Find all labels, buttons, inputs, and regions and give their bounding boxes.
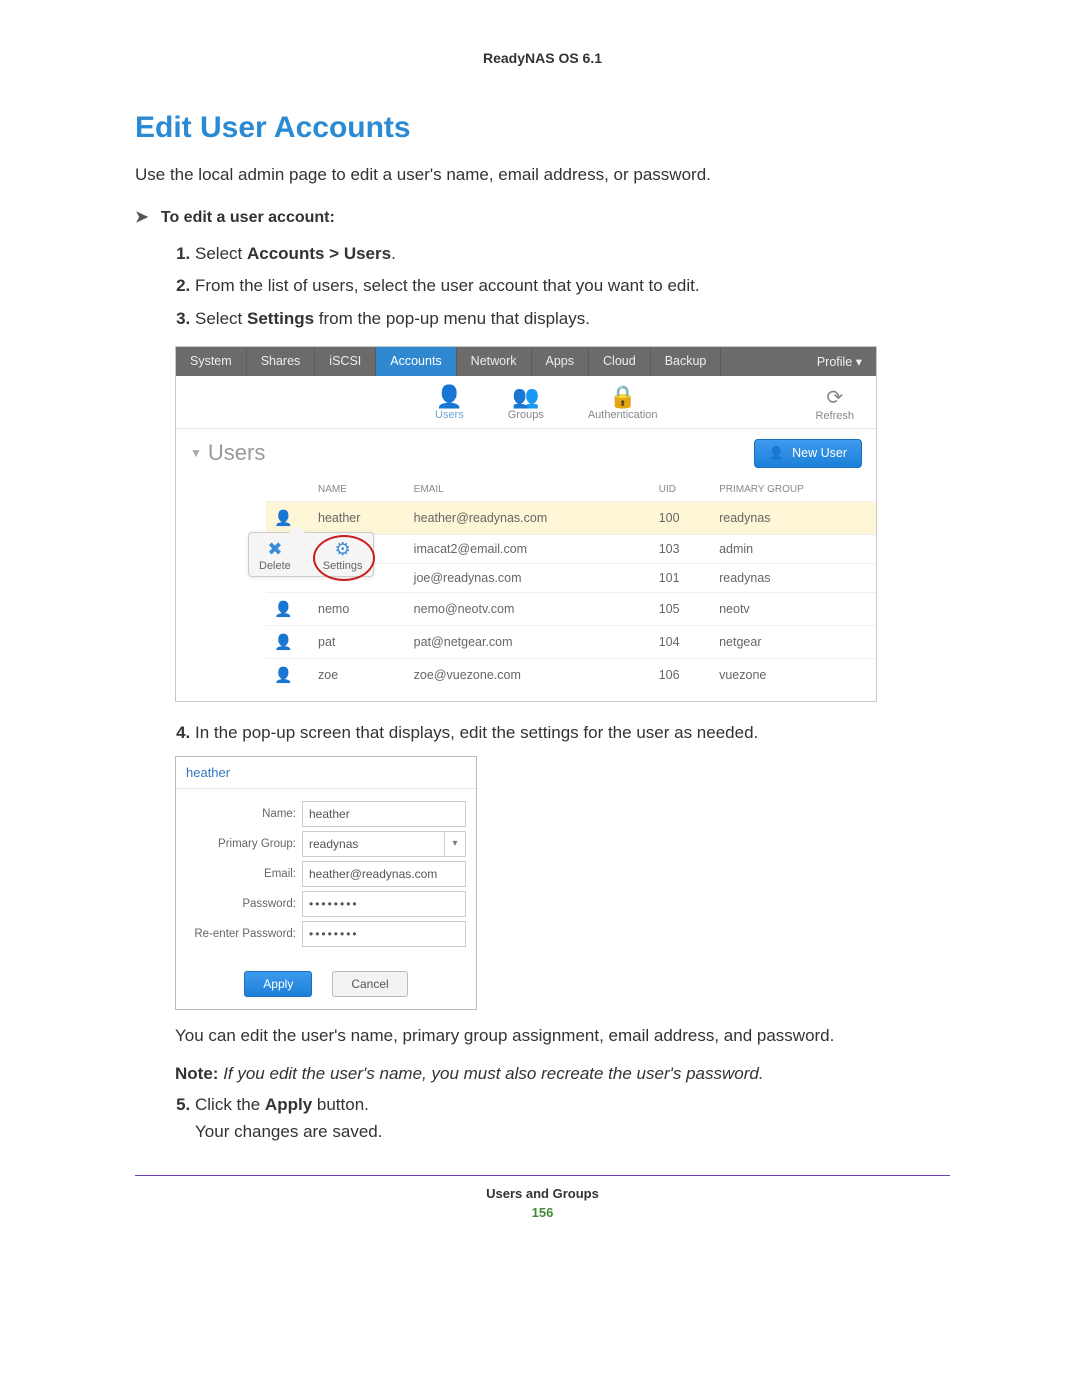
step-5: Click the Apply button. Your changes are… (195, 1092, 950, 1145)
subnav-refresh[interactable]: ⟳ Refresh (815, 385, 854, 422)
panel-title: Users (208, 440, 265, 466)
step-list-cont2: Click the Apply button. Your changes are… (135, 1092, 950, 1145)
nav-profile[interactable]: Profile ▾ (803, 347, 876, 376)
label-repassword: Re-enter Password: (186, 928, 302, 940)
new-user-icon: 👤 (769, 446, 785, 461)
subnav-users[interactable]: 👤 Users (435, 384, 464, 422)
password-input[interactable]: •••••••• (302, 891, 466, 917)
nav-network[interactable]: Network (457, 347, 532, 376)
groups-icon: 👥 (508, 384, 544, 409)
label-password: Password: (186, 898, 302, 910)
step-list: Select Accounts > Users. From the list o… (135, 241, 950, 332)
nav-apps[interactable]: Apps (532, 347, 590, 376)
chevron-down-icon: ▾ (444, 832, 465, 856)
task-arrow-icon: ➤ (135, 209, 148, 226)
table-row[interactable]: 👤 heather heather@readynas.com 100 ready… (266, 501, 876, 534)
popup-settings-button[interactable]: ⚙ Settings (323, 539, 363, 572)
table-row[interactable]: 👤 pat pat@netgear.com 104 netgear (266, 625, 876, 658)
table-row[interactable]: 👤 nemo nemo@neotv.com 105 neotv (266, 592, 876, 625)
col-group: PRIMARY GROUP (711, 478, 876, 502)
footer-rule (135, 1175, 950, 1176)
edit-user-dialog: heather Name: heather Primary Group: rea… (175, 756, 477, 1010)
panel-titlebar: ▼ Users 👤 New User (176, 429, 876, 478)
step-4: In the pop-up screen that displays, edit… (195, 720, 950, 746)
cancel-button[interactable]: Cancel (332, 971, 407, 997)
step-list-cont: In the pop-up screen that displays, edit… (135, 720, 950, 746)
label-group: Primary Group: (186, 838, 302, 850)
nav-accounts[interactable]: Accounts (376, 347, 456, 376)
collapse-icon[interactable]: ▼ (190, 446, 202, 460)
footer-chapter: Users and Groups (135, 1186, 950, 1201)
task-heading: ➤ To edit a user account: (135, 207, 950, 227)
note-line: Note: If you edit the user's name, you m… (175, 1064, 950, 1084)
dialog-title: heather (176, 757, 476, 789)
sub-nav: 👤 Users 👥 Groups 🔒 Authentication ⟳ Refr… (176, 376, 876, 429)
users-icon: 👤 (435, 384, 464, 409)
user-icon: 👤 (274, 666, 290, 684)
delete-icon: ✖ (259, 539, 291, 560)
primary-group-select[interactable]: readynas ▾ (302, 831, 466, 857)
users-table: NAME EMAIL UID PRIMARY GROUP 👤 heather h… (266, 478, 876, 691)
new-user-button[interactable]: 👤 New User (754, 439, 862, 468)
nav-cloud[interactable]: Cloud (589, 347, 651, 376)
subnav-auth[interactable]: 🔒 Authentication (588, 384, 658, 422)
doc-header-title: ReadyNAS OS 6.1 (135, 50, 950, 66)
nav-shares[interactable]: Shares (247, 347, 316, 376)
popup-delete-button[interactable]: ✖ Delete (259, 539, 291, 572)
refresh-icon: ⟳ (815, 385, 854, 410)
user-icon: 👤 (274, 600, 290, 618)
post-screenshot-text: You can edit the user's name, primary gr… (175, 1026, 950, 1046)
task-heading-text: To edit a user account: (161, 209, 335, 226)
users-admin-screenshot: System Shares iSCSI Accounts Network App… (175, 346, 877, 702)
context-popup: ✖ Delete ⚙ Settings (248, 532, 374, 577)
gear-icon: ⚙ (323, 539, 363, 560)
col-uid: UID (651, 478, 711, 502)
table-row[interactable]: 👤 zoe zoe@vuezone.com 106 vuezone (266, 658, 876, 691)
name-input[interactable]: heather (302, 801, 466, 827)
nav-system[interactable]: System (176, 347, 247, 376)
section-heading: Edit User Accounts (135, 111, 950, 145)
label-email: Email: (186, 868, 302, 880)
apply-button[interactable]: Apply (244, 971, 312, 997)
page-number: 156 (135, 1205, 950, 1220)
col-email: EMAIL (406, 478, 651, 502)
user-icon: 👤 (274, 509, 290, 527)
subnav-groups[interactable]: 👥 Groups (508, 384, 544, 422)
email-input[interactable]: heather@readynas.com (302, 861, 466, 887)
label-name: Name: (186, 808, 302, 820)
intro-paragraph: Use the local admin page to edit a user'… (135, 165, 950, 185)
step-2: From the list of users, select the user … (195, 273, 950, 299)
nav-iscsi[interactable]: iSCSI (315, 347, 376, 376)
nav-backup[interactable]: Backup (651, 347, 722, 376)
user-icon: 👤 (274, 633, 290, 651)
top-nav: System Shares iSCSI Accounts Network App… (176, 347, 876, 376)
lock-icon: 🔒 (588, 384, 658, 409)
repassword-input[interactable]: •••••••• (302, 921, 466, 947)
step-3: Select Settings from the pop-up menu tha… (195, 306, 950, 332)
step-1: Select Accounts > Users. (195, 241, 950, 267)
col-name: NAME (310, 478, 406, 502)
